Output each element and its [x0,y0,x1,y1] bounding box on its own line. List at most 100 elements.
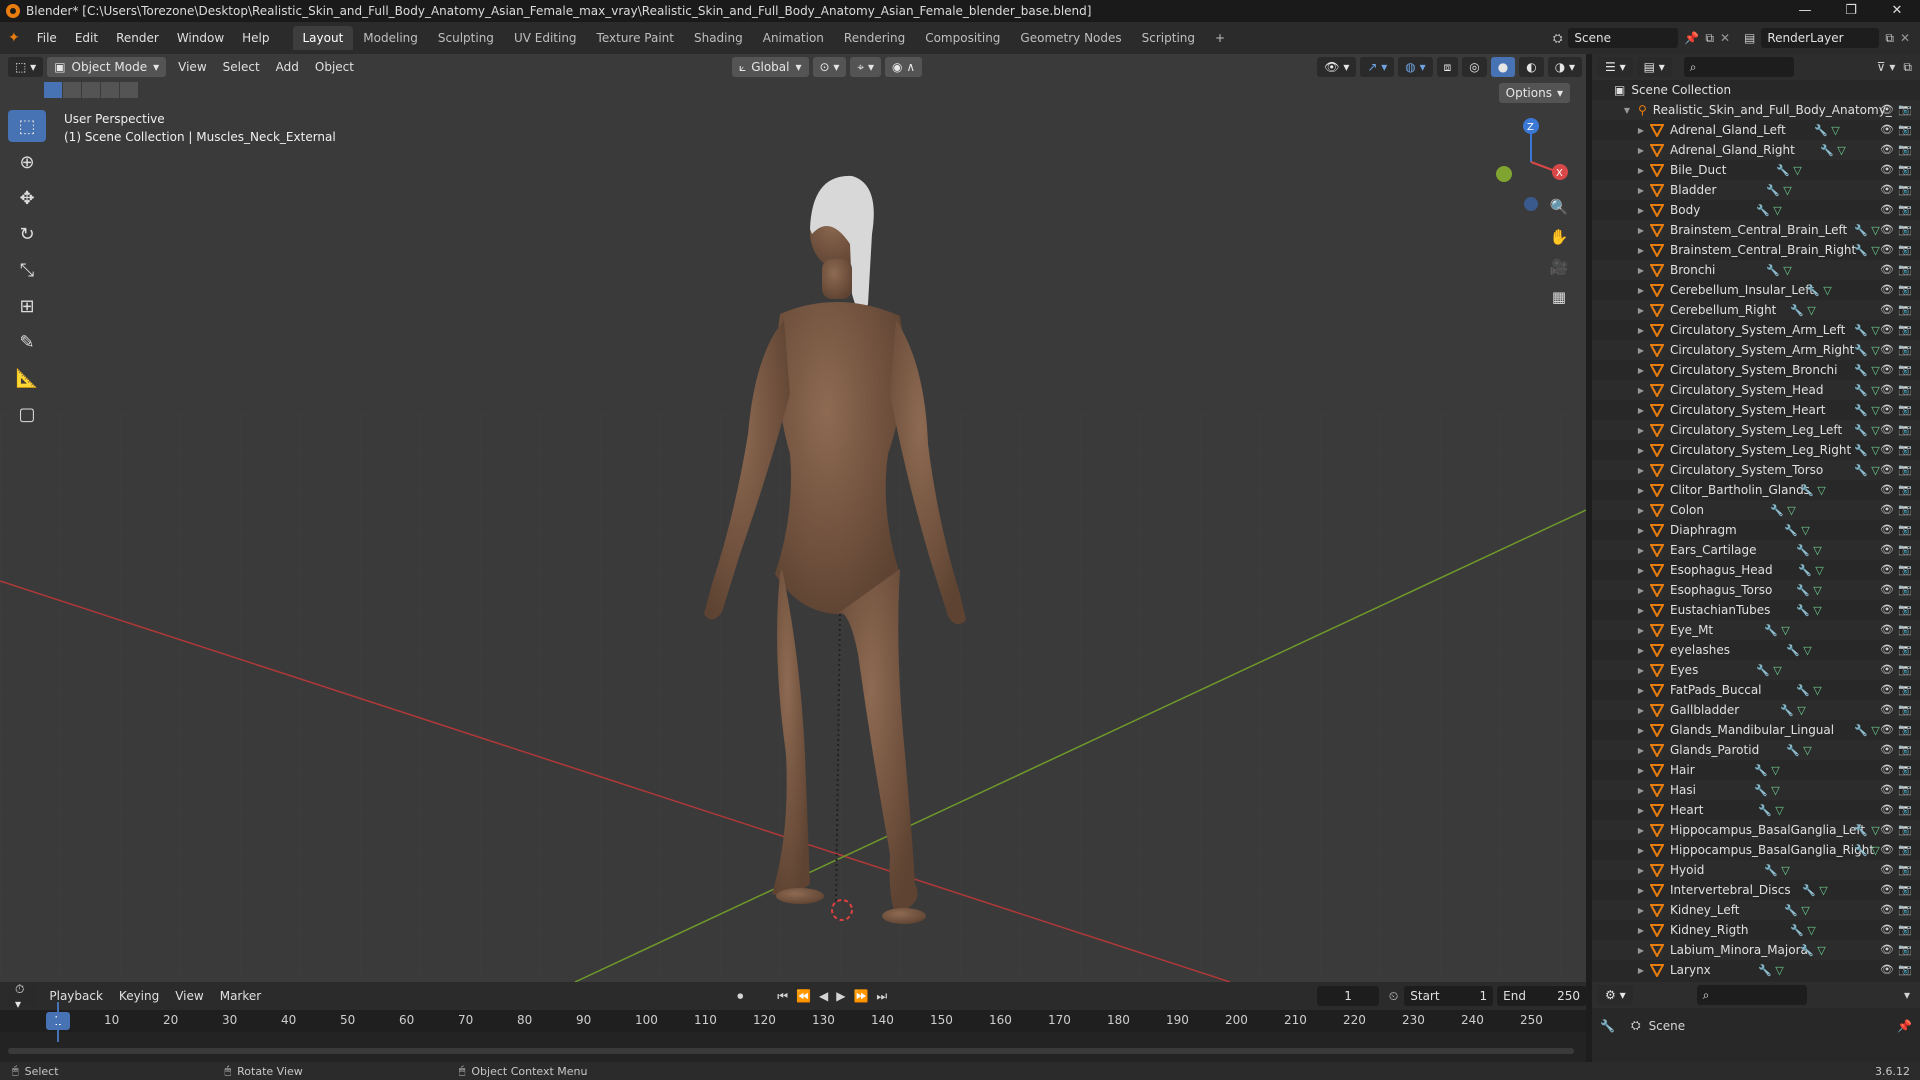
current-frame-field[interactable]: 1 [1317,986,1379,1006]
visibility-eye-icon[interactable]: 👁 [1880,943,1894,957]
tab-layout[interactable]: Layout [292,26,354,50]
visibility-eye-icon[interactable]: 👁 [1880,183,1894,197]
expand-caret-icon[interactable]: ▶ [1636,266,1646,275]
render-camera-icon[interactable]: 📷 [1898,703,1912,717]
visibility-eye-icon[interactable]: 👁 [1880,843,1894,857]
maximize-button[interactable]: ❐ [1828,0,1874,22]
outliner-item[interactable]: ▶ Circulatory_System_Head 🔧 ▽ 👁 📷 [1592,380,1920,400]
gizmo-icon[interactable]: ↗ ▾ [1360,57,1395,77]
end-frame-field[interactable]: End 250 [1497,986,1586,1006]
timeline-menu-keying[interactable]: Keying [111,989,167,1003]
visibility-eye-icon[interactable]: 👁 [1880,863,1894,877]
visibility-eye-icon[interactable]: 👁 [1880,403,1894,417]
viewport-scene[interactable] [0,54,1586,982]
outliner-item[interactable]: ▶ Hasi 🔧 ▽ 👁 📷 [1592,780,1920,800]
pin-icon[interactable]: 📌 [1684,31,1699,45]
outliner-item[interactable]: ▶ Adrenal_Gland_Right 🔧 ▽ 👁 📷 [1592,140,1920,160]
render-camera-icon[interactable]: 📷 [1898,183,1912,197]
outliner-item[interactable]: ▶ Esophagus_Head 🔧 ▽ 👁 📷 [1592,560,1920,580]
tab-modeling[interactable]: Modeling [353,26,428,50]
render-camera-icon[interactable]: 📷 [1898,563,1912,577]
modifier-wrench-icon[interactable]: 🔧 ▽ [1756,664,1782,677]
outliner-item[interactable]: ▶ Labium_Minora_Majora 🔧 ▽ 👁 📷 [1592,940,1920,960]
xray-icon[interactable]: ⧈ [1436,57,1459,77]
visibility-eye-icon[interactable]: 👁 [1880,303,1894,317]
render-camera-icon[interactable]: 📷 [1898,903,1912,917]
render-camera-icon[interactable]: 📷 [1898,663,1912,677]
expand-caret-icon[interactable]: ▶ [1636,326,1646,335]
expand-caret-icon[interactable]: ▶ [1636,306,1646,315]
outliner-item[interactable]: ▶ Circulatory_System_Leg_Left 🔧 ▽ 👁 📷 [1592,420,1920,440]
visibility-eye-icon[interactable]: 👁 [1880,203,1894,217]
collection-row[interactable]: ▼ ⚲ Realistic_Skin_and_Full_Body_Anatomy… [1592,100,1920,120]
expand-caret-icon[interactable]: ▶ [1636,206,1646,215]
jump-end-icon[interactable]: ⏭ [876,989,887,1004]
modifier-wrench-icon[interactable]: 🔧 ▽ [1756,204,1782,217]
expand-caret-icon[interactable]: ▶ [1636,666,1646,675]
modifier-wrench-icon[interactable]: 🔧 ▽ [1854,344,1880,357]
outliner-item[interactable]: ▶ Adrenal_Gland_Left 🔧 ▽ 👁 📷 [1592,120,1920,140]
editor-type-icon[interactable]: ✦ [0,30,28,46]
modifier-wrench-icon[interactable]: 🔧 ▽ [1786,644,1812,657]
delete-scene-icon[interactable]: ✕ [1720,31,1730,45]
outliner-item[interactable]: ▶ Circulatory_System_Leg_Right 🔧 ▽ 👁 📷 [1592,440,1920,460]
modifier-wrench-icon[interactable]: 🔧 ▽ [1766,264,1792,277]
expand-caret-icon[interactable]: ▶ [1636,626,1646,635]
new-layer-icon[interactable]: ⧉ [1885,31,1894,46]
expand-caret-icon[interactable]: ▶ [1636,146,1646,155]
minimize-button[interactable]: — [1782,0,1828,22]
tab-scripting[interactable]: Scripting [1132,26,1205,50]
render-camera-icon[interactable]: 📷 [1898,783,1912,797]
grid-view-icon[interactable]: ▦ [1546,284,1572,310]
timeline-menu-view[interactable]: View [167,989,211,1003]
outliner-item[interactable]: ▶ Eye_Mt 🔧 ▽ 👁 📷 [1592,620,1920,640]
expand-caret-icon[interactable]: ▶ [1636,686,1646,695]
viewport-menu-select[interactable]: Select [215,60,268,74]
visibility-eye-icon[interactable]: 👁 [1880,363,1894,377]
modifier-wrench-icon[interactable]: 🔧 ▽ [1784,524,1810,537]
expand-caret-icon[interactable]: ▶ [1636,966,1646,975]
expand-caret-icon[interactable]: ▶ [1636,586,1646,595]
visibility-eye-icon[interactable]: 👁 [1880,663,1894,677]
outliner-item[interactable]: ▶ Brainstem_Central_Brain_Left 🔧 ▽ 👁 📷 [1592,220,1920,240]
modifier-wrench-icon[interactable]: 🔧 ▽ [1820,144,1846,157]
menu-window[interactable]: Window [168,31,233,45]
expand-caret-icon[interactable]: ▶ [1636,926,1646,935]
jump-start-icon[interactable]: ⏮ [777,989,788,1004]
expand-caret-icon[interactable]: ▶ [1636,786,1646,795]
modifier-wrench-icon[interactable]: 🔧 ▽ [1780,704,1806,717]
modifier-wrench-icon[interactable]: 🔧 ▽ [1796,604,1822,617]
rendered-shading-icon[interactable]: ◑ ▾ [1547,57,1582,77]
add-workspace-button[interactable]: + [1205,26,1235,50]
outliner-item[interactable]: ▶ Circulatory_System_Arm_Right 🔧 ▽ 👁 📷 [1592,340,1920,360]
render-camera-icon[interactable]: 📷 [1898,963,1912,977]
visibility-eye-icon[interactable]: 👁 [1880,423,1894,437]
timeline-scrollbar[interactable] [8,1048,1574,1054]
outliner-item[interactable]: ▶ eyelashes 🔧 ▽ 👁 📷 [1592,640,1920,660]
visibility-eye-icon[interactable]: 👁 [1880,703,1894,717]
annotate-icon[interactable]: ✎ [8,326,46,358]
options-button[interactable]: Options ▾ [1498,83,1570,103]
expand-caret-icon[interactable]: ▶ [1636,906,1646,915]
pivot-icon[interactable]: ⊙ ▾ [812,57,847,77]
scale-icon[interactable]: ⤡ [8,254,46,286]
render-camera-icon[interactable]: 📷 [1898,403,1912,417]
expand-caret-icon[interactable]: ▶ [1636,186,1646,195]
select-intersect-icon[interactable] [120,82,138,98]
render-camera-icon[interactable]: 📷 [1898,123,1912,137]
expand-caret-icon[interactable]: ▶ [1636,806,1646,815]
expand-caret-icon[interactable]: ▶ [1636,766,1646,775]
expand-caret-icon[interactable]: ▶ [1636,726,1646,735]
expand-caret-icon[interactable]: ▶ [1636,506,1646,515]
modifier-wrench-icon[interactable]: 🔧 ▽ [1766,184,1792,197]
render-camera-icon[interactable]: 📷 [1898,723,1912,737]
visibility-eye-icon[interactable]: 👁 [1880,343,1894,357]
modifier-wrench-icon[interactable]: 🔧 ▽ [1854,384,1880,397]
visibility-eye-icon[interactable]: 👁 [1880,483,1894,497]
expand-caret-icon[interactable]: ▶ [1636,366,1646,375]
render-camera-icon[interactable]: 📷 [1898,623,1912,637]
visibility-eye-icon[interactable]: 👁 [1880,623,1894,637]
tab-geometry-nodes[interactable]: Geometry Nodes [1010,26,1131,50]
render-camera-icon[interactable]: 📷 [1898,803,1912,817]
solid-shading-icon[interactable]: ● [1490,57,1516,77]
